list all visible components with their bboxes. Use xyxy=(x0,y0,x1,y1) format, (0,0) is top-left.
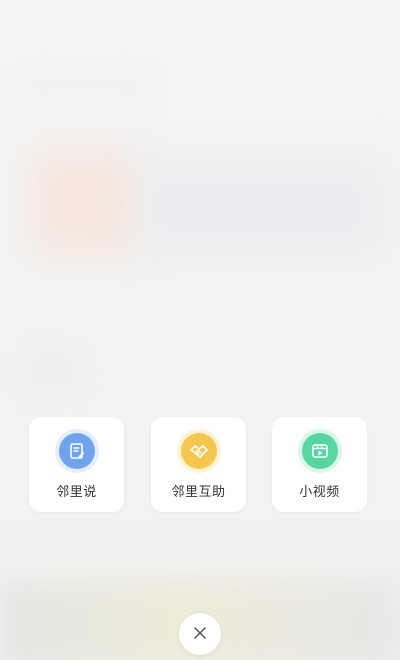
short-video-button[interactable]: 小视频 xyxy=(272,417,367,512)
close-button[interactable] xyxy=(179,613,221,655)
close-icon xyxy=(193,625,207,644)
short-video-label: 小视频 xyxy=(299,485,340,500)
video-icon xyxy=(301,433,338,469)
neighbor-help-button[interactable]: 邻里互助 xyxy=(151,417,246,512)
overlay-mask xyxy=(0,0,400,660)
neighbor-help-label: 邻里互助 xyxy=(171,485,226,500)
neighbor-talk-label: 邻里说 xyxy=(56,485,97,500)
blurred-background xyxy=(0,0,400,660)
handshake-icon xyxy=(180,433,217,469)
neighbor-talk-button[interactable]: 邻里说 xyxy=(29,417,124,512)
note-edit-icon xyxy=(58,433,95,469)
